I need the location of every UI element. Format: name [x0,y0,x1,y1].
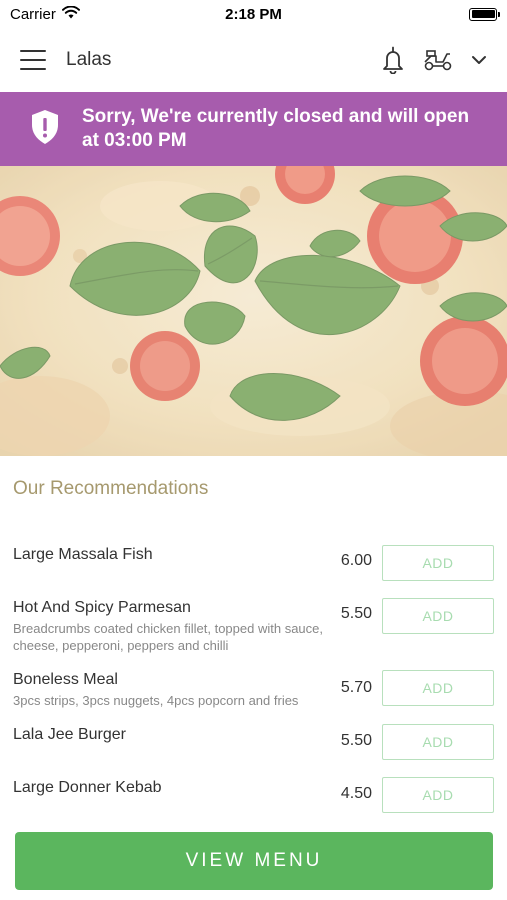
chevron-down-icon[interactable] [471,55,487,65]
battery-icon [469,7,500,21]
item-name: Hot And Spicy Parmesan [13,599,191,616]
shield-alert-icon [30,109,60,150]
status-bar: Carrier 2:18 PM [0,0,507,28]
item-name: Large Donner Kebab [13,779,162,796]
add-button[interactable]: ADD [382,670,494,706]
battery-fill [471,10,495,18]
item-name: Boneless Meal [13,671,118,688]
header-actions [381,46,487,74]
closed-message: Sorry, We're currently closed and will o… [82,106,470,151]
scooter-icon[interactable] [423,48,453,72]
menu-icon[interactable] [20,50,46,70]
item-description: 3pcs strips, 3pcs nuggets, 4pcs popcorn … [13,693,299,708]
store-name: Lalas [66,49,112,70]
list-item: Boneless Meal 3pcs strips, 3pcs nuggets,… [0,656,507,710]
item-price: 4.50 [340,785,372,802]
recommendations-title: Our Recommendations [13,478,209,499]
add-button[interactable]: ADD [382,598,494,634]
item-price: 5.50 [340,605,372,622]
closed-banner: Sorry, We're currently closed and will o… [0,92,507,166]
item-name: Lala Jee Burger [13,726,126,743]
item-name: Large Massala Fish [13,546,153,563]
add-button[interactable]: ADD [382,545,494,581]
list-item: Large Massala Fish 6.00 ADD [0,530,507,584]
item-price: 6.00 [340,552,372,569]
status-left: Carrier [10,5,80,23]
item-description: Breadcrumbs coated chicken fillet, toppe… [13,621,324,653]
item-price: 5.50 [340,732,372,749]
item-price: 5.70 [340,679,372,696]
add-button[interactable]: ADD [382,724,494,760]
hero-image [0,166,507,456]
list-item: Lala Jee Burger 5.50 ADD [0,710,507,764]
list-item: Hot And Spicy Parmesan Breadcrumbs coate… [0,584,507,656]
bell-icon[interactable] [381,46,405,74]
wifi-icon [61,5,80,23]
carrier-label: Carrier [10,5,56,23]
add-button[interactable]: ADD [382,777,494,813]
view-menu-button[interactable]: VIEW MENU [15,832,493,890]
list-item: Large Donner Kebab 4.50 ADD [0,764,507,818]
app-header: Lalas [0,28,507,92]
